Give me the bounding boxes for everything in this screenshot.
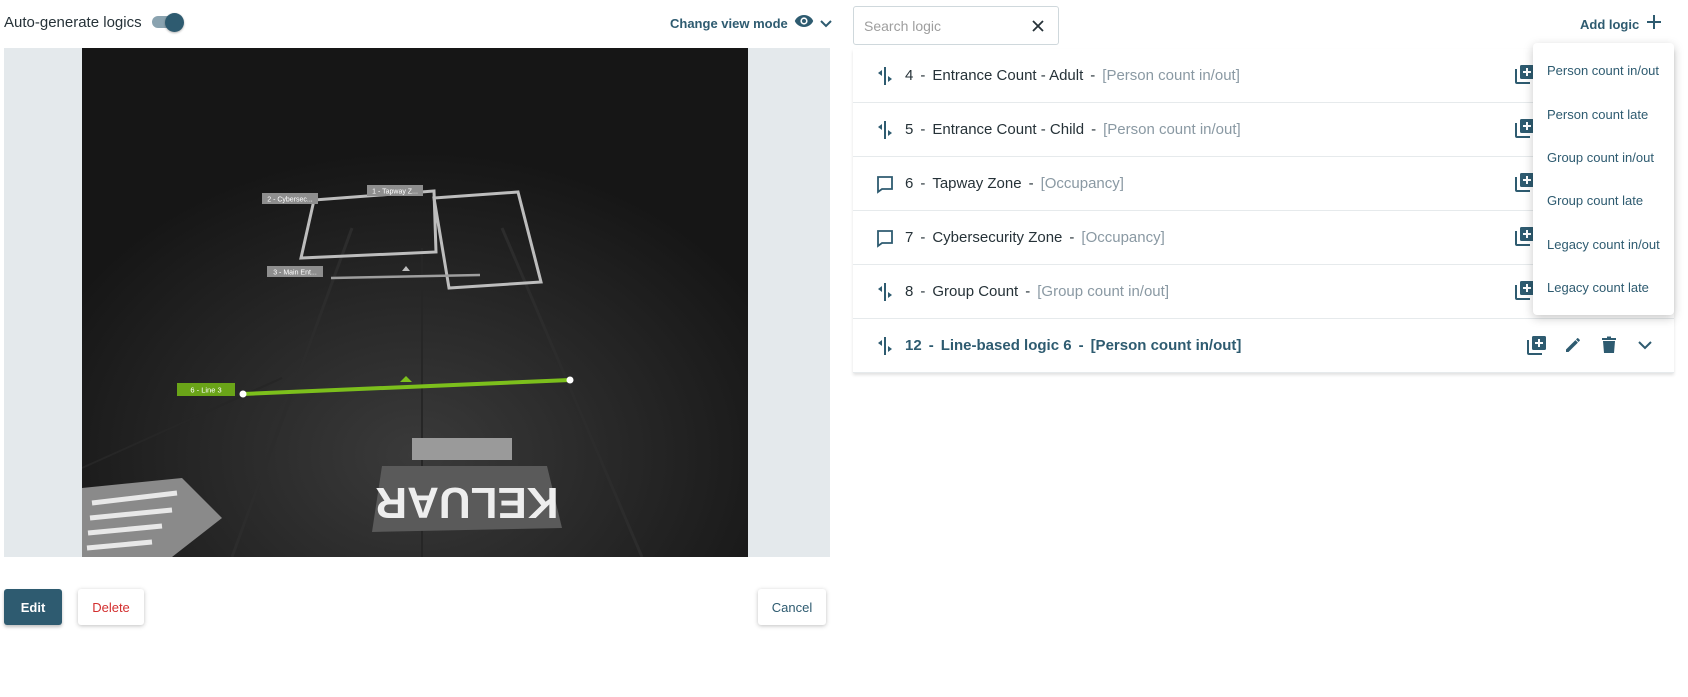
separator: -: [1091, 121, 1097, 138]
close-icon[interactable]: [1030, 18, 1046, 34]
logic-name: Group Count: [932, 283, 1019, 300]
logic-id: 6: [905, 175, 914, 192]
separator: -: [928, 337, 934, 354]
menu-item-person-count-in-out[interactable]: Person count in/out: [1533, 49, 1674, 92]
separator: -: [920, 121, 926, 138]
logic-type: [Group count in/out]: [1037, 283, 1169, 300]
menu-item-legacy-count-late[interactable]: Legacy count late: [1533, 266, 1674, 309]
zone-logic-icon: [875, 228, 895, 248]
separator: -: [1025, 283, 1031, 300]
menu-item-legacy-count-in-out[interactable]: Legacy count in/out: [1533, 223, 1674, 266]
trash-icon[interactable]: [1598, 334, 1620, 356]
separator: -: [920, 175, 926, 192]
eye-icon: [794, 14, 814, 33]
separator: -: [1069, 229, 1075, 246]
logic-name: Line-based logic 6: [940, 337, 1072, 354]
plus-icon: [1647, 15, 1662, 34]
edit-button[interactable]: Edit: [4, 589, 62, 625]
tag-cybersecurity-zone-text: 2 - Cybersec...: [267, 197, 313, 204]
floor-sign-text: KELUAR: [375, 478, 558, 527]
tag-tapway-zone-text: 1 - Tapway Z...: [372, 189, 418, 196]
tag-line-3-text: 6 - Line 3: [190, 386, 221, 395]
duplicate-icon[interactable]: [1526, 334, 1548, 356]
separator: -: [1090, 67, 1096, 84]
camera-view-frame: KELUAR 1 - Tapway Z... 2 - Cybersec... 3…: [4, 48, 830, 557]
auto-generate-label: Auto-generate logics: [4, 13, 142, 31]
cancel-button[interactable]: Cancel: [758, 589, 826, 625]
toggle-thumb: [164, 13, 184, 32]
tag-tapway-zone[interactable]: 1 - Tapway Z...: [367, 185, 423, 196]
logic-name: Entrance Count - Adult: [932, 67, 1084, 84]
auto-generate-control: Auto-generate logics: [4, 13, 184, 32]
tag-cybersecurity-zone[interactable]: 2 - Cybersec...: [262, 193, 318, 204]
logic-id: 5: [905, 121, 914, 138]
line-logic-icon: [875, 282, 895, 302]
row-actions: [1526, 334, 1656, 356]
auto-generate-toggle[interactable]: [150, 13, 184, 32]
separator: -: [1078, 337, 1084, 354]
logic-type: [Person count in/out]: [1102, 67, 1240, 84]
change-view-mode-label: Change view mode: [670, 16, 788, 31]
tag-main-entrance-line-text: 3 - Main Ent...: [273, 270, 317, 277]
add-logic-button[interactable]: Add logic: [1580, 15, 1662, 34]
add-logic-label: Add logic: [1580, 17, 1640, 32]
logic-id: 12: [905, 337, 922, 354]
logic-name: Entrance Count - Child: [932, 121, 1085, 138]
logic-type: [Occupancy]: [1081, 229, 1165, 246]
logic-name: Tapway Zone: [932, 175, 1022, 192]
separator: -: [920, 67, 926, 84]
logic-id: 4: [905, 67, 914, 84]
menu-item-group-count-late[interactable]: Group count late: [1533, 179, 1674, 222]
chevron-down-icon[interactable]: [1634, 334, 1656, 356]
logic-id: 8: [905, 283, 914, 300]
line-logic-icon: [875, 120, 895, 140]
add-logic-menu: Person count in/out Person count late Gr…: [1533, 43, 1674, 315]
logic-type: [Occupancy]: [1040, 175, 1124, 192]
logic-row-selected[interactable]: 12- Line-based logic 6- [Person count in…: [853, 319, 1674, 373]
menu-item-group-count-in-out[interactable]: Group count in/out: [1533, 136, 1674, 179]
search-logic-field: [853, 6, 1059, 45]
menu-item-person-count-late[interactable]: Person count late: [1533, 92, 1674, 135]
separator: -: [920, 229, 926, 246]
chevron-down-icon: [820, 15, 832, 33]
line-3-handle-end[interactable]: [566, 376, 574, 384]
logic-type: [Person count in/out]: [1103, 121, 1241, 138]
line-3-handle-start[interactable]: [239, 390, 247, 398]
tag-main-entrance-line[interactable]: 3 - Main Ent...: [267, 266, 323, 277]
pencil-icon[interactable]: [1562, 334, 1584, 356]
change-view-mode-button[interactable]: Change view mode: [670, 14, 832, 33]
line-logic-icon: [875, 336, 895, 356]
camera-overlay-canvas: KELUAR 1 - Tapway Z... 2 - Cybersec... 3…: [82, 48, 748, 557]
line-logic-icon: [875, 66, 895, 86]
logic-name: Cybersecurity Zone: [932, 229, 1063, 246]
separator: -: [1028, 175, 1034, 192]
delete-button[interactable]: Delete: [78, 589, 144, 625]
tag-line-3[interactable]: 6 - Line 3: [177, 383, 235, 396]
logic-type: [Person count in/out]: [1090, 337, 1242, 354]
zone-logic-icon: [875, 174, 895, 194]
search-logic-input[interactable]: [864, 17, 1024, 34]
separator: -: [920, 283, 926, 300]
logic-id: 7: [905, 229, 914, 246]
camera-snapshot[interactable]: KELUAR 1 - Tapway Z... 2 - Cybersec... 3…: [82, 48, 748, 557]
